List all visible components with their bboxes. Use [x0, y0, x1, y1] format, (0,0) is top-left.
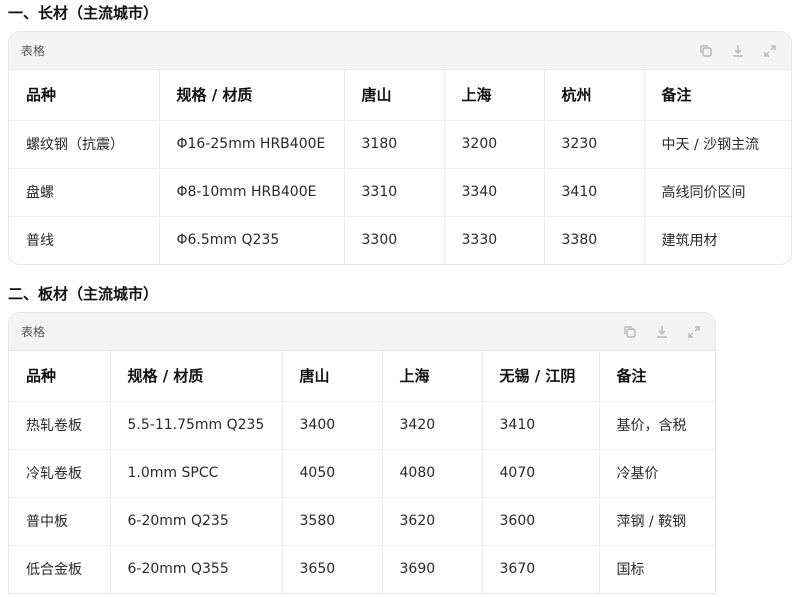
expand-icon[interactable]	[761, 42, 779, 60]
cell-price: 3410	[482, 401, 600, 450]
expand-icon[interactable]	[685, 323, 703, 341]
table-label: 表格	[21, 44, 46, 58]
header-tangshan: 唐山	[344, 70, 445, 121]
cell-price: 4050	[282, 449, 383, 498]
header-remarks: 备注	[599, 351, 715, 402]
cell-variety: 普中板	[9, 497, 111, 546]
header-variety: 品种	[9, 351, 111, 402]
cell-price: 3420	[382, 401, 483, 450]
cell-price: 3340	[444, 168, 545, 217]
cell-variety: 热轧卷板	[9, 401, 111, 450]
cell-variety: 螺纹钢（抗震）	[9, 120, 160, 169]
table-header-row: 品种 规格 / 材质 唐山 上海 杭州 备注	[9, 70, 791, 121]
cell-price: 3380	[544, 216, 645, 264]
table-row: 冷轧卷板 1.0mm SPCC 4050 4080 4070 冷基价	[9, 449, 715, 498]
cell-remarks: 中天 / 沙钢主流	[644, 120, 791, 169]
table-toolbar: 表格	[9, 32, 791, 70]
cell-variety: 盘螺	[9, 168, 160, 217]
cell-price: 3310	[344, 168, 445, 217]
table-row: 普线 Φ6.5mm Q235 3300 3330 3380 建筑用材	[9, 216, 791, 264]
cell-spec: Φ6.5mm Q235	[159, 216, 345, 264]
cell-spec: 6-20mm Q355	[110, 545, 283, 593]
table-toolbar: 表格	[9, 313, 715, 351]
cell-price: 3410	[544, 168, 645, 217]
cell-spec: 6-20mm Q235	[110, 497, 283, 546]
cell-variety: 低合金板	[9, 545, 111, 593]
header-shanghai: 上海	[382, 351, 483, 402]
cell-price: 3400	[282, 401, 383, 450]
cell-spec: Φ16-25mm HRB400E	[159, 120, 345, 169]
table-row: 普中板 6-20mm Q235 3580 3620 3600 萍钢 / 鞍钢	[9, 497, 715, 546]
flat-products-table: 品种 规格 / 材质 唐山 上海 无锡 / 江阴 备注 热轧卷板 5.5-11.…	[9, 351, 715, 593]
table-actions	[697, 42, 779, 60]
table-row: 热轧卷板 5.5-11.75mm Q235 3400 3420 3410 基价，…	[9, 401, 715, 450]
table-row: 低合金板 6-20mm Q355 3650 3690 3670 国标	[9, 545, 715, 593]
cell-price: 3180	[344, 120, 445, 169]
cell-remarks: 基价，含税	[599, 401, 715, 450]
copy-icon[interactable]	[621, 323, 639, 341]
download-icon[interactable]	[729, 42, 747, 60]
cell-spec: 1.0mm SPCC	[110, 449, 283, 498]
cell-price: 3230	[544, 120, 645, 169]
cell-price: 3670	[482, 545, 600, 593]
download-icon[interactable]	[653, 323, 671, 341]
cell-price: 3330	[444, 216, 545, 264]
long-products-table: 品种 规格 / 材质 唐山 上海 杭州 备注 螺纹钢（抗震） Φ16-25mm …	[9, 70, 791, 264]
cell-variety: 冷轧卷板	[9, 449, 111, 498]
section-title-long-products: 一、长材（主流城市）	[8, 4, 159, 22]
cell-price: 3650	[282, 545, 383, 593]
header-hangzhou: 杭州	[544, 70, 645, 121]
cell-remarks: 国标	[616, 562, 645, 579]
cell-spec: 5.5-11.75mm Q235	[110, 401, 283, 450]
header-wuxi-jiangyin: 无锡 / 江阴	[482, 351, 600, 402]
table-row: 盘螺 Φ8-10mm HRB400E 3310 3340 3410 高线同价区间	[9, 168, 791, 217]
cell-price: 3200	[444, 120, 545, 169]
cell-price: 3620	[382, 497, 483, 546]
table-row: 螺纹钢（抗震） Φ16-25mm HRB400E 3180 3200 3230 …	[9, 120, 791, 169]
header-spec: 规格 / 材质	[110, 351, 283, 402]
cell-remarks: 冷基价	[599, 449, 715, 498]
table-header-row: 品种 规格 / 材质 唐山 上海 无锡 / 江阴 备注	[9, 351, 715, 402]
table-actions	[621, 323, 703, 341]
table-label: 表格	[21, 325, 46, 339]
cell-remarks: 高线同价区间	[644, 168, 791, 217]
header-shanghai: 上海	[444, 70, 545, 121]
cell-remarks: 萍钢 / 鞍钢	[599, 497, 715, 546]
header-tangshan: 唐山	[282, 351, 383, 402]
cell-price: 3690	[382, 545, 483, 593]
cell-price: 4080	[382, 449, 483, 498]
cell-spec: Φ8-10mm HRB400E	[159, 168, 345, 217]
cell-price: 3300	[344, 216, 445, 264]
cell-variety: 普线	[9, 216, 160, 264]
header-spec: 规格 / 材质	[159, 70, 345, 121]
section-title-flat-products: 二、板材（主流城市）	[8, 285, 159, 303]
cell-price: 4070	[482, 449, 600, 498]
header-remarks: 备注	[644, 70, 791, 121]
table-card-long-products: 表格 品种 规格 / 材质 唐山 上海 杭州 备注 螺纹钢（抗震） Φ16-25…	[8, 31, 792, 265]
table-card-flat-products: 表格 品种 规格 / 材质 唐山 上海 无锡 / 江阴 备注 热轧卷板 5.5-…	[8, 312, 716, 594]
cell-remarks: 建筑用材	[661, 233, 718, 250]
header-variety: 品种	[9, 70, 160, 121]
cell-price: 3580	[282, 497, 383, 546]
cell-price: 3600	[482, 497, 600, 546]
copy-icon[interactable]	[697, 42, 715, 60]
